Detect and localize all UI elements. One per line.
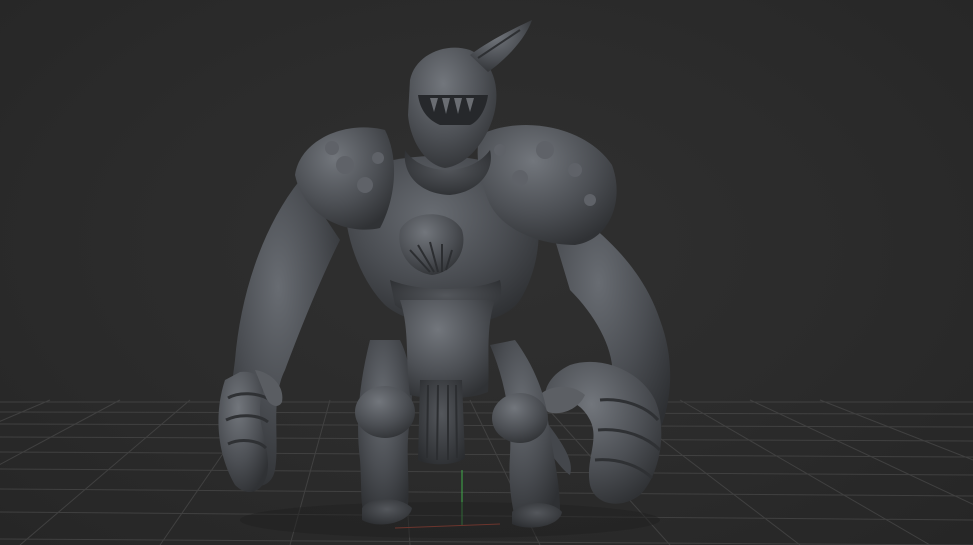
sculpted-model[interactable] <box>0 0 973 545</box>
3d-viewport[interactable] <box>0 0 973 545</box>
ground-shadow <box>240 502 660 538</box>
left-arm <box>218 180 340 493</box>
left-leg <box>355 340 415 525</box>
